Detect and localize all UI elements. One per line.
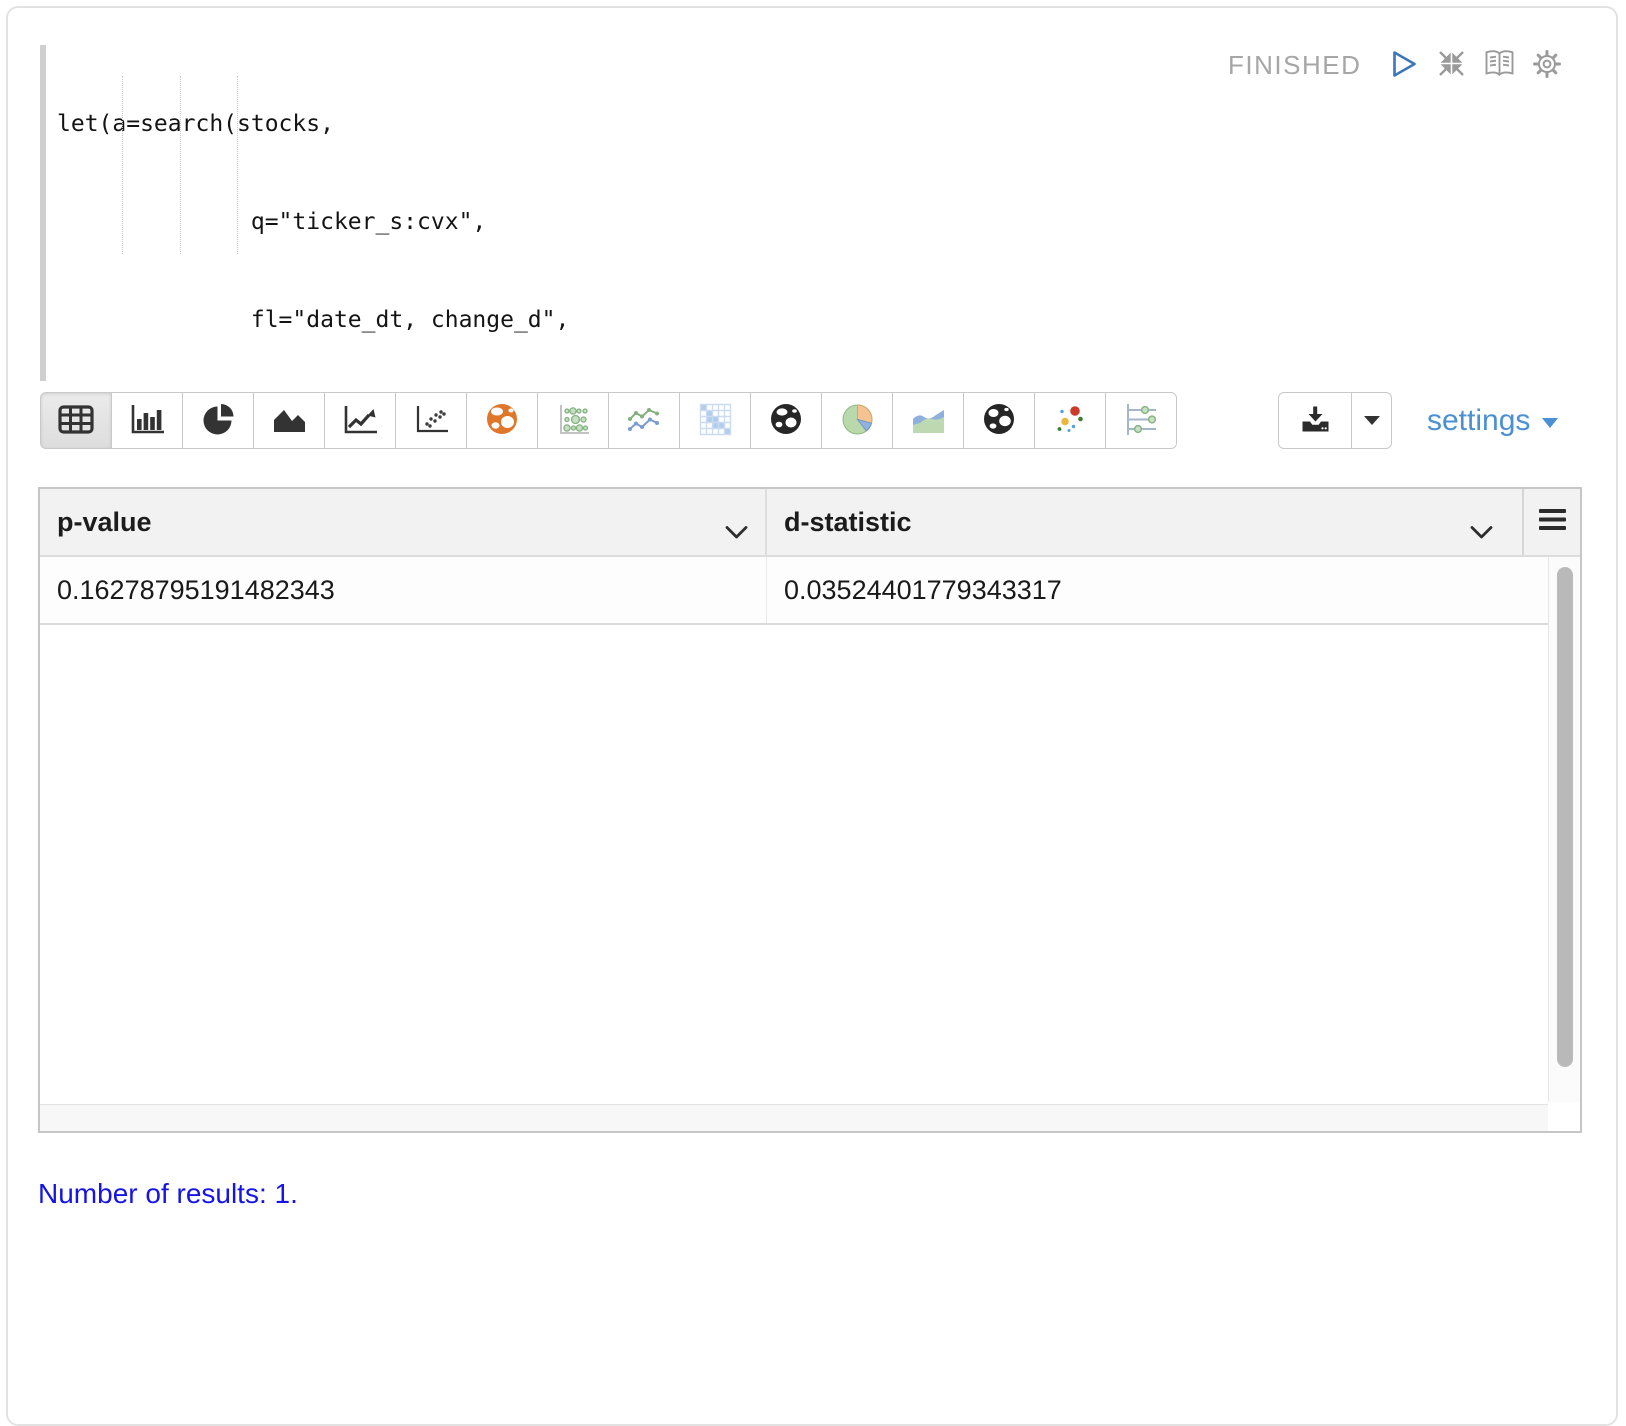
globe-orange-icon — [485, 402, 519, 439]
chart-button-table[interactable] — [40, 392, 112, 449]
chevron-down-icon — [1364, 416, 1380, 425]
download-button[interactable] — [1278, 392, 1352, 449]
chart-button-area[interactable] — [253, 392, 325, 449]
chart-button-scatter-color[interactable] — [1034, 392, 1106, 449]
column-header-label: d-statistic — [784, 507, 912, 538]
table-row: 0.16278795191482343 0.03524401779343317 — [40, 557, 1548, 625]
chevron-down-icon[interactable] — [1469, 516, 1494, 547]
table-header-row: p-value d-statistic — [40, 489, 1580, 557]
play-icon — [1391, 49, 1418, 82]
collapse-icon — [1436, 48, 1467, 82]
column-header-d-statistic[interactable]: d-statistic — [767, 489, 1522, 555]
chart-button-globe-3[interactable] — [963, 392, 1035, 449]
scatter-chart-icon — [414, 404, 449, 438]
editor-gutter-bar — [40, 45, 46, 381]
chart-button-globe-1[interactable] — [466, 392, 538, 449]
results-count-text: Number of results: 1. — [38, 1178, 298, 1210]
run-paragraph-button[interactable] — [1391, 49, 1418, 82]
status-badge: FINISHED — [1228, 50, 1361, 81]
cell-d-statistic: 0.03524401779343317 — [767, 557, 1548, 623]
indent-guide — [180, 76, 181, 254]
chart-button-heatmap[interactable] — [679, 392, 751, 449]
code-line: q="ticker_s:cvx", — [57, 206, 819, 239]
hamburger-menu-icon — [1539, 509, 1566, 535]
hide-editor-button[interactable] — [1436, 48, 1467, 82]
code-line: let(a=search(stocks, — [57, 108, 819, 141]
bar-chart-icon — [130, 404, 165, 438]
download-options-button[interactable] — [1352, 392, 1392, 449]
pie-chart-icon — [202, 403, 235, 439]
paragraph-settings-button[interactable] — [1532, 49, 1562, 82]
code-line: fl="date_dt, change_d", — [57, 304, 819, 337]
pie-color-icon — [840, 402, 875, 440]
scatter-color-icon — [1053, 402, 1087, 439]
line-chart-icon — [343, 404, 378, 438]
vertical-scrollbar[interactable] — [1548, 557, 1580, 1102]
area-chart-icon — [272, 405, 307, 436]
area-color-icon — [910, 404, 947, 438]
caret-down-icon — [1542, 418, 1558, 428]
vertical-scrollbar-thumb[interactable] — [1557, 567, 1573, 1067]
scrollbar-corner — [1548, 1104, 1580, 1131]
cell-p-value: 0.16278795191482343 — [40, 557, 767, 623]
results-table: p-value d-statistic 0.16278795191482343 … — [38, 487, 1582, 1133]
settings-toggle[interactable]: settings — [1427, 392, 1558, 449]
chart-button-pie[interactable] — [182, 392, 254, 449]
chart-button-area-color[interactable] — [892, 392, 964, 449]
book-icon — [1483, 49, 1516, 81]
chart-button-sliders[interactable] — [1105, 392, 1177, 449]
sliders-icon — [1124, 403, 1159, 439]
indent-guide — [122, 76, 123, 254]
visualization-toolbar — [40, 392, 1177, 449]
column-header-p-value[interactable]: p-value — [40, 489, 767, 555]
chart-button-bar[interactable] — [111, 392, 183, 449]
multi-line-chart-icon — [626, 404, 662, 438]
table-icon — [58, 405, 94, 437]
download-icon — [1300, 406, 1331, 436]
column-header-label: p-value — [57, 507, 152, 538]
heatmap-icon — [699, 403, 732, 439]
chart-button-scatter[interactable] — [395, 392, 467, 449]
chart-button-globe-2[interactable] — [750, 392, 822, 449]
gear-icon — [1532, 49, 1562, 82]
chart-button-pie-color[interactable] — [821, 392, 893, 449]
settings-label: settings — [1427, 404, 1530, 438]
globe-dark2-icon — [982, 402, 1016, 439]
chart-button-bubble[interactable] — [537, 392, 609, 449]
table-menu-button[interactable] — [1522, 489, 1580, 555]
globe-dark-icon — [769, 402, 803, 439]
download-button-group — [1278, 392, 1392, 449]
chevron-down-icon[interactable] — [724, 516, 749, 547]
horizontal-scrollbar[interactable] — [40, 1104, 1548, 1131]
indent-guide — [237, 76, 238, 254]
chart-button-line[interactable] — [324, 392, 396, 449]
show-output-button[interactable] — [1483, 49, 1516, 81]
chart-button-multiline[interactable] — [608, 392, 680, 449]
bubble-matrix-icon — [556, 403, 591, 439]
paragraph-status-bar: FINISHED — [1228, 46, 1562, 84]
